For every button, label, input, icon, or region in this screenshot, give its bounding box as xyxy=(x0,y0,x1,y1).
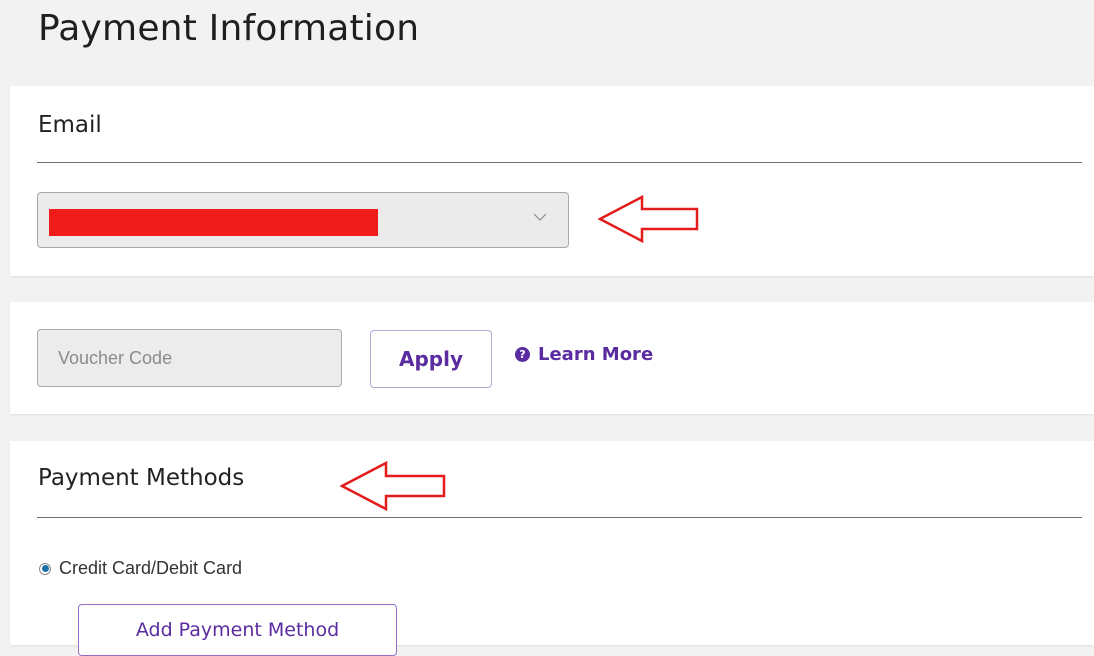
payment-option-label: Credit Card/Debit Card xyxy=(59,558,243,578)
left-arrow-icon xyxy=(598,194,699,244)
apply-button[interactable]: Apply xyxy=(370,330,492,388)
voucher-code-input[interactable] xyxy=(37,329,342,387)
payment-methods-heading: Payment Methods xyxy=(38,465,245,491)
email-section: Email xyxy=(10,86,1094,276)
learn-more-label: Learn More xyxy=(538,344,654,365)
redaction-box xyxy=(49,209,378,236)
help-icon: ? xyxy=(515,347,530,362)
payment-methods-section: Payment Methods Credit Card/Debit Card A… xyxy=(10,441,1094,656)
email-select[interactable] xyxy=(37,192,569,248)
email-heading: Email xyxy=(38,112,102,138)
add-payment-method-button[interactable]: Add Payment Method xyxy=(78,604,397,656)
voucher-section: Apply ? Learn More xyxy=(10,302,1094,414)
chevron-down-icon xyxy=(533,213,547,221)
left-arrow-icon xyxy=(340,460,446,512)
email-divider xyxy=(37,162,1082,163)
payment-option-credit-card[interactable]: Credit Card/Debit Card xyxy=(39,558,242,579)
page-title: Payment Information xyxy=(38,8,420,49)
radio-selected-icon[interactable] xyxy=(39,562,51,575)
learn-more-link[interactable]: ? Learn More xyxy=(515,344,653,365)
payment-divider xyxy=(37,517,1082,518)
